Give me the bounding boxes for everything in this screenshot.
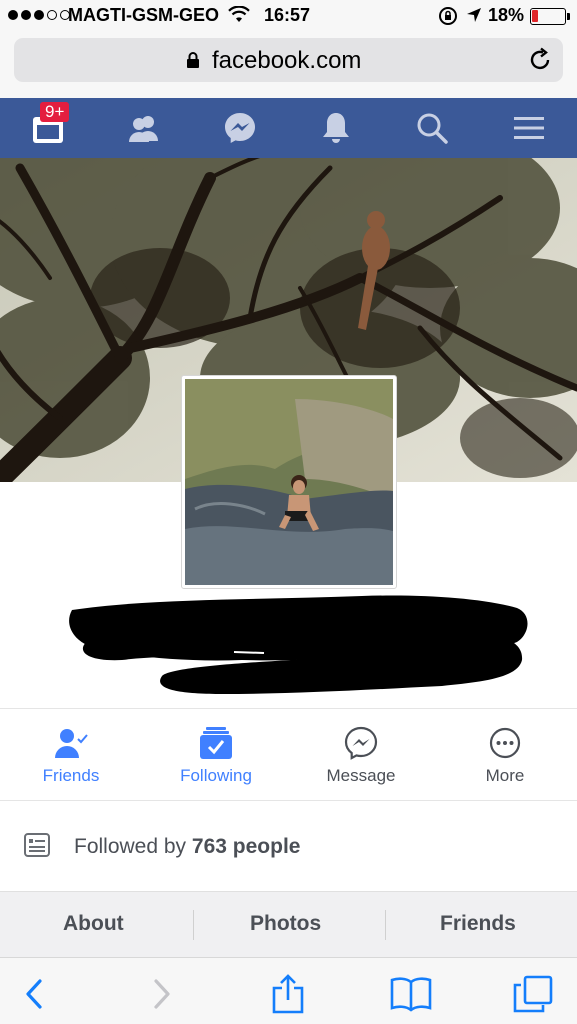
rotation-lock-icon: [438, 6, 458, 31]
friend-requests-icon[interactable]: [122, 106, 166, 150]
messenger-icon[interactable]: [218, 106, 262, 150]
tabs-icon[interactable]: [511, 972, 555, 1016]
following-button[interactable]: Following: [156, 722, 276, 792]
messenger-icon: [301, 722, 421, 764]
battery-percent: 18%: [488, 5, 525, 25]
more-label: More: [485, 766, 525, 785]
profile-actions: Friends Following Message More: [0, 710, 577, 800]
address-bar[interactable]: facebook.com: [14, 38, 563, 82]
profile-tab-bar: About Photos Friends: [0, 891, 577, 957]
forward-icon[interactable]: [140, 972, 184, 1016]
notifications-bell-icon[interactable]: [314, 106, 358, 150]
back-icon[interactable]: [12, 972, 56, 1016]
friends-button[interactable]: Friends: [11, 722, 131, 792]
more-dots-icon: [445, 722, 565, 764]
followers-row[interactable]: Followed by 763 people: [0, 801, 577, 891]
share-icon[interactable]: [266, 972, 310, 1016]
followers-text: Followed by 763 people: [74, 835, 300, 859]
reload-icon[interactable]: [527, 47, 553, 78]
padlock-icon: [186, 51, 200, 74]
followers-prefix: Followed by: [74, 835, 187, 858]
divider: [0, 708, 577, 709]
facebook-top-nav: [0, 98, 577, 158]
message-button[interactable]: Message: [301, 722, 421, 792]
redacted-name-scribble: [69, 595, 528, 694]
following-label: Following: [180, 766, 252, 785]
tab-separator: [193, 910, 194, 940]
profile-photo[interactable]: [181, 375, 397, 589]
bookmarks-icon[interactable]: [389, 972, 433, 1016]
tab-friends[interactable]: Friends: [440, 912, 516, 936]
followers-card-icon: [24, 833, 50, 862]
following-check-icon: [156, 722, 276, 764]
search-icon[interactable]: [410, 106, 454, 150]
signal-dots: [8, 10, 70, 20]
followers-count: 763 people: [191, 835, 301, 858]
location-arrow-icon: [466, 7, 482, 28]
battery-icon: [530, 8, 570, 25]
status-time: 16:57: [264, 5, 311, 25]
carrier-name: MAGTI-GSM-GEO: [68, 5, 219, 25]
browser-toolbar: [0, 957, 577, 1024]
status-bar: MAGTI-GSM-GEO 16:57 18%: [0, 0, 577, 32]
tab-about[interactable]: About: [63, 912, 124, 936]
tab-photos[interactable]: Photos: [250, 912, 321, 936]
more-button[interactable]: More: [445, 722, 565, 792]
url-text: facebook.com: [212, 47, 362, 74]
notification-badge: 9+: [40, 102, 70, 122]
wifi-icon: [228, 5, 250, 29]
friends-label: Friends: [42, 766, 100, 785]
browser-address-area: facebook.com: [0, 32, 577, 98]
friends-check-icon: [11, 722, 131, 764]
tab-separator: [385, 910, 386, 940]
menu-icon[interactable]: [507, 106, 551, 150]
message-label: Message: [326, 766, 396, 785]
